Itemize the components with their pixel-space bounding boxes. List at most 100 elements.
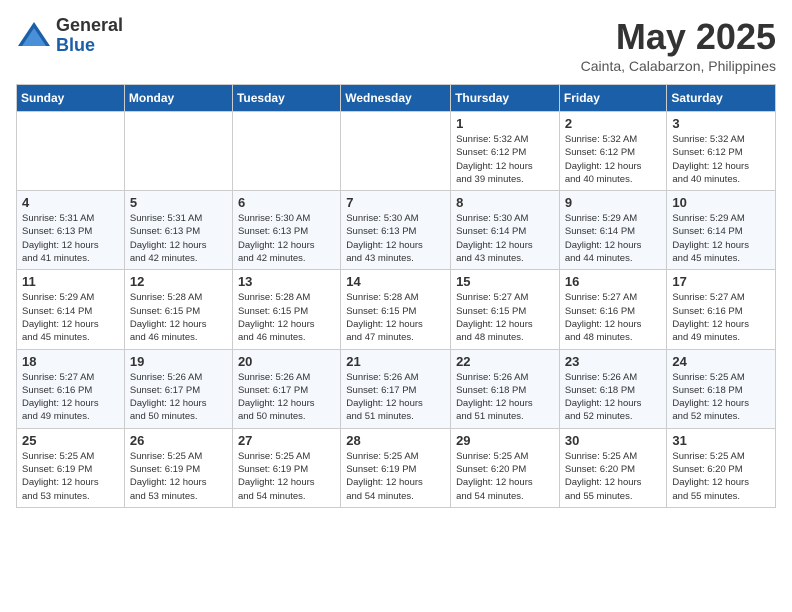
day-number: 23 bbox=[565, 354, 662, 369]
day-info: Sunrise: 5:29 AM Sunset: 6:14 PM Dayligh… bbox=[565, 212, 662, 265]
calendar-cell: 23Sunrise: 5:26 AM Sunset: 6:18 PM Dayli… bbox=[559, 349, 667, 428]
weekday-header-row: SundayMondayTuesdayWednesdayThursdayFrid… bbox=[17, 85, 776, 112]
day-info: Sunrise: 5:28 AM Sunset: 6:15 PM Dayligh… bbox=[238, 291, 335, 344]
day-number: 12 bbox=[130, 274, 227, 289]
day-number: 6 bbox=[238, 195, 335, 210]
calendar-cell: 11 Sunrise: 5:29 AM Sunset: 6:14 PM Dayli… bbox=[17, 270, 125, 349]
calendar-cell: 12 Sunrise: 5:28 AM Sunset: 6:15 PM Dayli… bbox=[124, 270, 232, 349]
calendar-cell bbox=[17, 112, 125, 191]
weekday-header-tuesday: Tuesday bbox=[232, 85, 340, 112]
day-info: Sunrise: 5:31 AM Sunset: 6:13 PM Dayligh… bbox=[22, 212, 119, 265]
day-number: 29 bbox=[456, 433, 554, 448]
calendar-cell: 18 Sunrise: 5:27 AM Sunset: 6:16 PM Dayli… bbox=[17, 349, 125, 428]
day-info: Sunrise: 5:26 AM Sunset: 6:18 PM Dayligh… bbox=[456, 371, 554, 424]
day-number: 9 bbox=[565, 195, 662, 210]
day-info: Sunrise: 5:27 AM Sunset: 6:16 PM Dayligh… bbox=[672, 291, 770, 344]
calendar-cell: 22 Sunrise: 5:26 AM Sunset: 6:18 PM Dayli… bbox=[451, 349, 560, 428]
day-info: Sunrise: 5:26 AM Sunset: 6:17 PM Dayligh… bbox=[130, 371, 227, 424]
day-info: Sunrise: 5:28 AM Sunset: 6:15 PM Dayligh… bbox=[346, 291, 445, 344]
day-number: 13 bbox=[238, 274, 335, 289]
day-number: 5 bbox=[130, 195, 227, 210]
day-info: Sunrise: 5:29 AM Sunset: 6:14 PM Dayligh… bbox=[672, 212, 770, 265]
day-info: Sunrise: 5:27 AM Sunset: 6:16 PM Dayligh… bbox=[22, 371, 119, 424]
day-number: 8 bbox=[456, 195, 554, 210]
day-number: 30 bbox=[565, 433, 662, 448]
day-info: Sunrise: 5:25 AM Sunset: 6:19 PM Dayligh… bbox=[22, 450, 119, 503]
day-number: 18 bbox=[22, 354, 119, 369]
calendar-cell: 26Sunrise: 5:25 AM Sunset: 6:19 PM Dayli… bbox=[124, 428, 232, 507]
day-info: Sunrise: 5:25 AM Sunset: 6:20 PM Dayligh… bbox=[456, 450, 554, 503]
day-number: 4 bbox=[22, 195, 119, 210]
weekday-header-thursday: Thursday bbox=[451, 85, 560, 112]
calendar-cell: 13 Sunrise: 5:28 AM Sunset: 6:15 PM Dayli… bbox=[232, 270, 340, 349]
logo: General Blue bbox=[16, 16, 123, 56]
day-info: Sunrise: 5:32 AM Sunset: 6:12 PM Dayligh… bbox=[672, 133, 770, 186]
calendar-cell: 4 Sunrise: 5:31 AM Sunset: 6:13 PM Daylig… bbox=[17, 191, 125, 270]
logo-blue: Blue bbox=[56, 36, 123, 56]
calendar-cell bbox=[124, 112, 232, 191]
day-number: 19 bbox=[130, 354, 227, 369]
day-info: Sunrise: 5:29 AM Sunset: 6:14 PM Dayligh… bbox=[22, 291, 119, 344]
day-number: 31 bbox=[672, 433, 770, 448]
calendar-cell: 29 Sunrise: 5:25 AM Sunset: 6:20 PM Dayli… bbox=[451, 428, 560, 507]
day-number: 3 bbox=[672, 116, 770, 131]
day-info: Sunrise: 5:25 AM Sunset: 6:19 PM Dayligh… bbox=[238, 450, 335, 503]
calendar-cell: 25Sunrise: 5:25 AM Sunset: 6:19 PM Dayli… bbox=[17, 428, 125, 507]
day-info: Sunrise: 5:31 AM Sunset: 6:13 PM Dayligh… bbox=[130, 212, 227, 265]
calendar-table: SundayMondayTuesdayWednesdayThursdayFrid… bbox=[16, 84, 776, 508]
day-info: Sunrise: 5:25 AM Sunset: 6:20 PM Dayligh… bbox=[672, 450, 770, 503]
weekday-header-sunday: Sunday bbox=[17, 85, 125, 112]
day-number: 22 bbox=[456, 354, 554, 369]
calendar-week-row: 4 Sunrise: 5:31 AM Sunset: 6:13 PM Daylig… bbox=[17, 191, 776, 270]
weekday-header-friday: Friday bbox=[559, 85, 667, 112]
day-number: 15 bbox=[456, 274, 554, 289]
calendar-cell: 15 Sunrise: 5:27 AM Sunset: 6:15 PM Dayli… bbox=[451, 270, 560, 349]
day-info: Sunrise: 5:32 AM Sunset: 6:12 PM Dayligh… bbox=[456, 133, 554, 186]
day-number: 11 bbox=[22, 274, 119, 289]
day-info: Sunrise: 5:25 AM Sunset: 6:18 PM Dayligh… bbox=[672, 371, 770, 424]
weekday-header-saturday: Saturday bbox=[667, 85, 776, 112]
calendar-cell: 3 Sunrise: 5:32 AM Sunset: 6:12 PM Daylig… bbox=[667, 112, 776, 191]
calendar-cell: 14 Sunrise: 5:28 AM Sunset: 6:15 PM Dayli… bbox=[341, 270, 451, 349]
day-info: Sunrise: 5:27 AM Sunset: 6:15 PM Dayligh… bbox=[456, 291, 554, 344]
title-block: May 2025 Cainta, Calabarzon, Philippines bbox=[581, 16, 776, 74]
day-number: 16 bbox=[565, 274, 662, 289]
logo-icon bbox=[16, 18, 52, 54]
day-info: Sunrise: 5:30 AM Sunset: 6:13 PM Dayligh… bbox=[238, 212, 335, 265]
day-number: 26 bbox=[130, 433, 227, 448]
calendar-cell: 10 Sunrise: 5:29 AM Sunset: 6:14 PM Dayli… bbox=[667, 191, 776, 270]
calendar-week-row: 11 Sunrise: 5:29 AM Sunset: 6:14 PM Dayli… bbox=[17, 270, 776, 349]
day-info: Sunrise: 5:26 AM Sunset: 6:17 PM Dayligh… bbox=[346, 371, 445, 424]
day-info: Sunrise: 5:30 AM Sunset: 6:13 PM Dayligh… bbox=[346, 212, 445, 265]
calendar-cell: 17 Sunrise: 5:27 AM Sunset: 6:16 PM Dayli… bbox=[667, 270, 776, 349]
day-info: Sunrise: 5:26 AM Sunset: 6:17 PM Dayligh… bbox=[238, 371, 335, 424]
calendar-cell: 6 Sunrise: 5:30 AM Sunset: 6:13 PM Daylig… bbox=[232, 191, 340, 270]
calendar-title: May 2025 bbox=[581, 16, 776, 58]
weekday-header-monday: Monday bbox=[124, 85, 232, 112]
calendar-cell bbox=[341, 112, 451, 191]
calendar-cell: 1 Sunrise: 5:32 AM Sunset: 6:12 PM Daylig… bbox=[451, 112, 560, 191]
calendar-cell: 20 Sunrise: 5:26 AM Sunset: 6:17 PM Dayli… bbox=[232, 349, 340, 428]
day-info: Sunrise: 5:30 AM Sunset: 6:14 PM Dayligh… bbox=[456, 212, 554, 265]
calendar-cell: 19 Sunrise: 5:26 AM Sunset: 6:17 PM Dayli… bbox=[124, 349, 232, 428]
day-info: Sunrise: 5:27 AM Sunset: 6:16 PM Dayligh… bbox=[565, 291, 662, 344]
day-number: 2 bbox=[565, 116, 662, 131]
day-info: Sunrise: 5:28 AM Sunset: 6:15 PM Dayligh… bbox=[130, 291, 227, 344]
weekday-header-wednesday: Wednesday bbox=[341, 85, 451, 112]
calendar-cell: 2Sunrise: 5:32 AM Sunset: 6:12 PM Daylig… bbox=[559, 112, 667, 191]
day-number: 1 bbox=[456, 116, 554, 131]
day-number: 20 bbox=[238, 354, 335, 369]
day-info: Sunrise: 5:25 AM Sunset: 6:19 PM Dayligh… bbox=[346, 450, 445, 503]
day-info: Sunrise: 5:25 AM Sunset: 6:20 PM Dayligh… bbox=[565, 450, 662, 503]
calendar-cell: 21Sunrise: 5:26 AM Sunset: 6:17 PM Dayli… bbox=[341, 349, 451, 428]
day-number: 14 bbox=[346, 274, 445, 289]
calendar-cell bbox=[232, 112, 340, 191]
calendar-week-row: 1 Sunrise: 5:32 AM Sunset: 6:12 PM Daylig… bbox=[17, 112, 776, 191]
calendar-cell: 5 Sunrise: 5:31 AM Sunset: 6:13 PM Daylig… bbox=[124, 191, 232, 270]
day-number: 28 bbox=[346, 433, 445, 448]
calendar-cell: 9 Sunrise: 5:29 AM Sunset: 6:14 PM Daylig… bbox=[559, 191, 667, 270]
day-number: 24 bbox=[672, 354, 770, 369]
day-number: 10 bbox=[672, 195, 770, 210]
day-number: 17 bbox=[672, 274, 770, 289]
day-number: 27 bbox=[238, 433, 335, 448]
